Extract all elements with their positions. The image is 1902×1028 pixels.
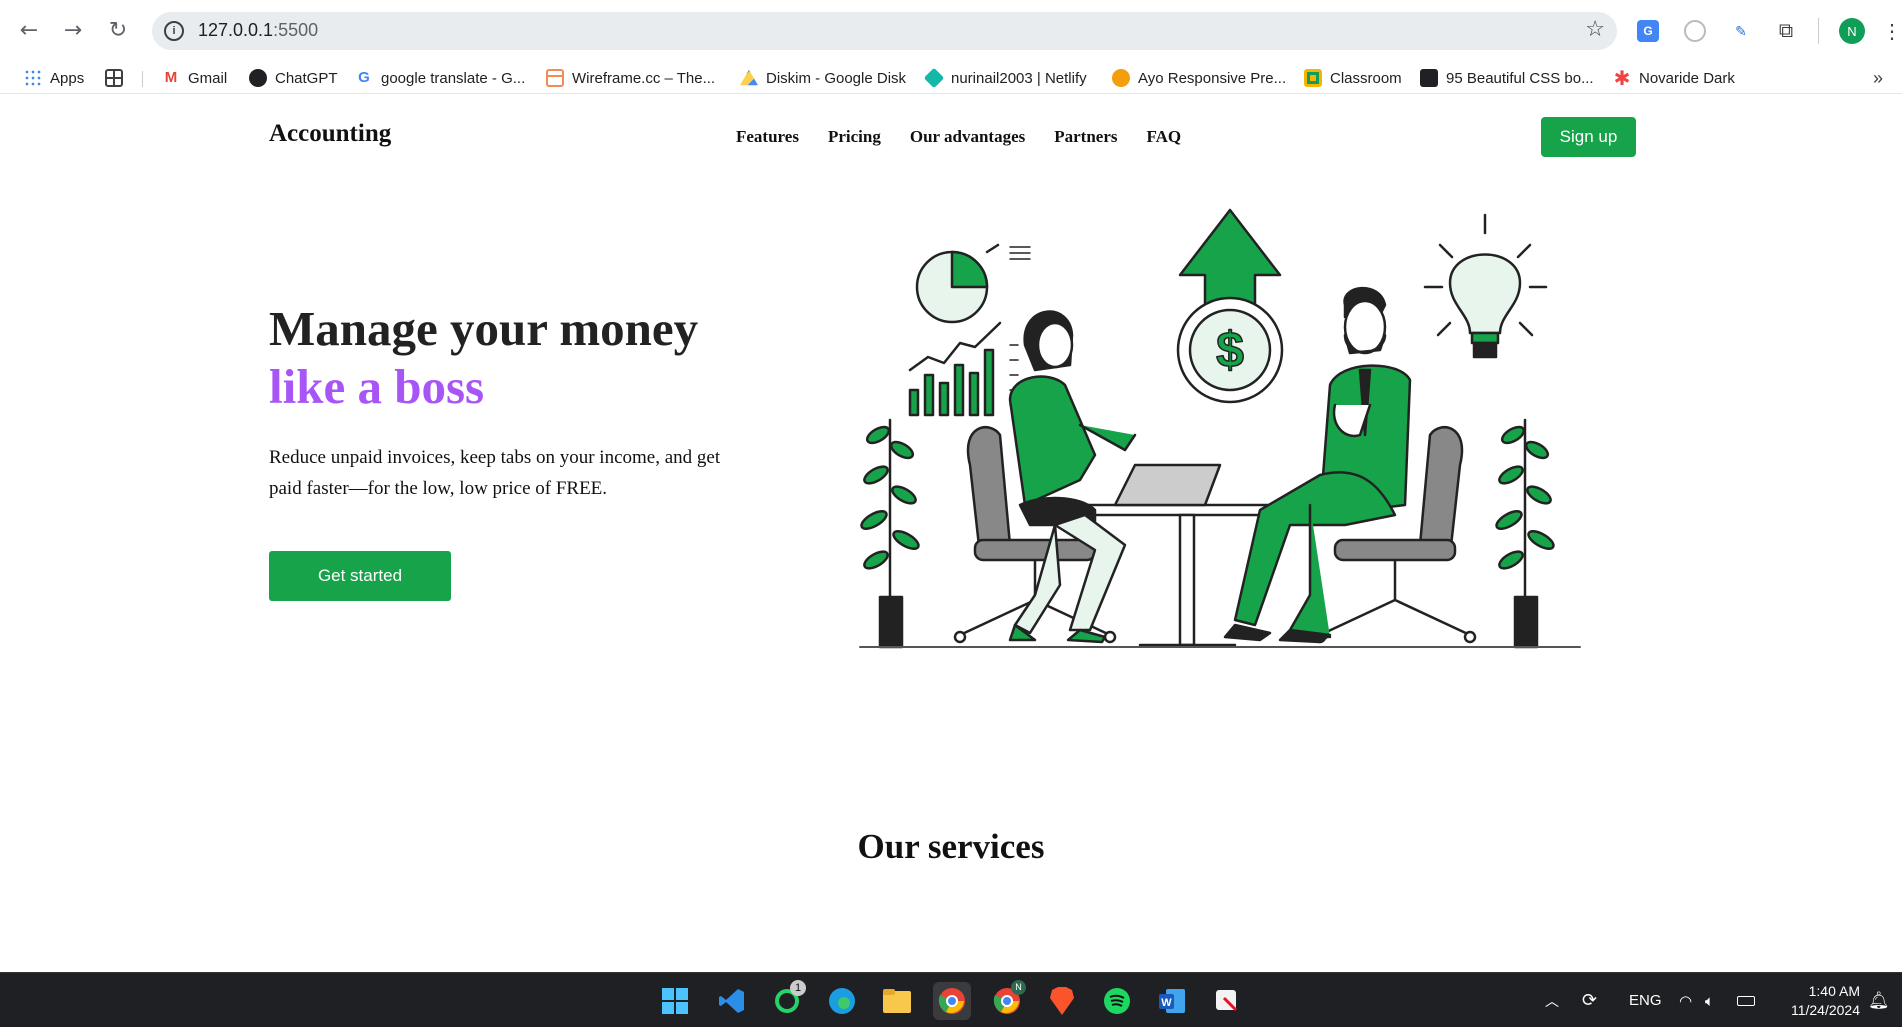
chrome-profile-badge: N xyxy=(1011,980,1026,995)
hero-title: Manage your money like a boss xyxy=(269,300,698,416)
toolbar-divider xyxy=(1818,18,1819,44)
clock-date: 11/24/2024 xyxy=(1790,1001,1860,1018)
site-info-icon[interactable]: i xyxy=(164,21,184,41)
wireframe-icon xyxy=(546,69,564,87)
chrome-profile-icon[interactable]: N xyxy=(988,980,1026,1020)
file-explorer-icon[interactable] xyxy=(878,982,916,1020)
google-icon: G xyxy=(358,69,370,86)
nav-faq[interactable]: FAQ xyxy=(1147,127,1182,147)
whatsapp-badge: 1 xyxy=(790,980,806,996)
wifi-icon[interactable]: ◠ xyxy=(1679,973,1692,1028)
bookmark-gmail[interactable]: M Gmail xyxy=(162,67,227,89)
ayo-icon xyxy=(1112,69,1130,87)
bookmark-chatgpt[interactable]: ChatGPT xyxy=(249,67,338,89)
bookmark-css-borders[interactable]: 95 Beautiful CSS bo... xyxy=(1420,67,1594,89)
services-section-title: Our services xyxy=(857,827,1045,866)
clock-time: 1:40 AM xyxy=(1808,982,1860,999)
snipping-tool-icon[interactable] xyxy=(1208,982,1246,1020)
site-brand[interactable]: Accounting xyxy=(269,120,391,148)
right-plant-icon xyxy=(1495,418,1555,649)
spotify-icon[interactable] xyxy=(1098,982,1136,1020)
extension-icon[interactable] xyxy=(1684,20,1706,42)
whatsapp-icon[interactable]: 1 xyxy=(768,980,806,1020)
hero-title-accent: like a boss xyxy=(269,359,485,414)
netlify-icon xyxy=(923,67,945,89)
clock[interactable]: 1:40 AM 11/24/2024 xyxy=(1770,973,1860,1028)
windows-taskbar: 1 N W ︿ ⟳ ENG ◠ 🔈︎ 1:40 AM 11/24/2024 🔔︎ xyxy=(0,972,1902,1027)
extension-pen-icon[interactable]: ✎ xyxy=(1728,18,1754,44)
browser-toolbar: ← → ↻ i 127.0.0.1:5500 ☆ G ✎ ⧉ N ⋮ xyxy=(0,0,1902,62)
svg-text:W: W xyxy=(1161,997,1172,1009)
chatgpt-icon xyxy=(249,69,267,87)
bookmark-google-disk[interactable]: Diskim - Google Disk xyxy=(740,67,906,89)
bookmark-tab-groups[interactable] xyxy=(105,67,131,89)
novaride-icon: ✱ xyxy=(1613,66,1631,90)
svg-text:$: $ xyxy=(1216,322,1244,378)
google-translate-extension-icon[interactable]: G xyxy=(1637,20,1659,42)
extensions-puzzle-icon[interactable]: ⧉ xyxy=(1773,18,1799,44)
idea-bulb-icon xyxy=(1423,213,1548,359)
notification-bell-icon[interactable]: 🔔︎ xyxy=(1868,973,1890,1028)
more-bookmarks-icon[interactable]: » xyxy=(1873,67,1883,89)
windows-start-icon[interactable] xyxy=(656,982,694,1020)
left-plant-icon xyxy=(860,418,920,649)
reload-icon[interactable]: ↻ xyxy=(102,14,134,46)
battery-icon[interactable] xyxy=(1737,973,1755,1028)
main-nav: Features Pricing Our advantages Partners… xyxy=(736,127,1181,147)
word-icon[interactable]: W xyxy=(1153,982,1191,1020)
back-icon[interactable]: ← xyxy=(13,14,45,46)
show-hidden-icons[interactable]: ︿ xyxy=(1545,973,1559,1028)
bookmark-netlify[interactable]: nurinail2003 | Netlify xyxy=(923,67,1087,89)
hero-description: Reduce unpaid invoices, keep tabs on you… xyxy=(269,447,721,499)
vscode-icon[interactable] xyxy=(713,982,751,1020)
address-bar[interactable]: i 127.0.0.1:5500 ☆ xyxy=(152,12,1617,50)
bar-chart-icon xyxy=(908,321,1019,417)
google-drive-icon xyxy=(740,69,758,86)
bookmark-star-icon[interactable]: ☆ xyxy=(1585,17,1605,42)
nav-our-advantages[interactable]: Our advantages xyxy=(910,127,1025,147)
classroom-icon xyxy=(1304,69,1322,87)
language-indicator[interactable]: ENG xyxy=(1629,973,1662,1028)
woman-character-icon xyxy=(1008,310,1137,644)
bookmarks-bar: Apps M Gmail ChatGPT G google translate … xyxy=(0,62,1902,94)
hero-illustration: $ xyxy=(859,208,1581,649)
bookmark-classroom[interactable]: Classroom xyxy=(1304,67,1402,89)
profile-avatar[interactable]: N xyxy=(1839,18,1865,44)
nav-features[interactable]: Features xyxy=(736,127,799,147)
nav-partners[interactable]: Partners xyxy=(1054,127,1117,147)
bookmark-ayo[interactable]: Ayo Responsive Pre... xyxy=(1112,67,1286,89)
css-icon xyxy=(1420,69,1438,87)
web-page: Accounting Features Pricing Our advantag… xyxy=(0,95,1902,972)
nav-pricing[interactable]: Pricing xyxy=(828,127,881,147)
bookmark-wireframe[interactable]: Wireframe.cc – The... xyxy=(546,67,715,89)
gmail-icon: M xyxy=(164,69,178,86)
dollar-growth-icon: $ xyxy=(1176,208,1284,404)
brave-icon[interactable] xyxy=(1043,982,1081,1020)
volume-icon[interactable]: 🔈︎ xyxy=(1705,973,1714,1028)
signup-button[interactable]: Sign up xyxy=(1541,117,1636,157)
get-started-button[interactable]: Get started xyxy=(269,551,451,601)
browser-menu-icon[interactable]: ⋮ xyxy=(1882,18,1902,44)
apps-grid-icon xyxy=(24,69,42,87)
tab-groups-icon xyxy=(105,69,123,87)
bookmark-google-translate[interactable]: G google translate - G... xyxy=(355,67,525,89)
url-text[interactable]: 127.0.0.1:5500 xyxy=(198,20,318,41)
forward-icon[interactable]: → xyxy=(57,14,89,46)
chrome-active-icon[interactable] xyxy=(933,982,971,1020)
edge-icon[interactable] xyxy=(823,982,861,1020)
hero-title-line1: Manage your money xyxy=(269,301,699,356)
bookmark-apps[interactable]: Apps xyxy=(24,67,84,89)
bookmark-novaride[interactable]: ✱ Novaride Dark xyxy=(1613,67,1735,89)
bookmarks-divider xyxy=(142,71,143,87)
sync-icon[interactable]: ⟳ xyxy=(1582,973,1597,1028)
pie-chart-icon xyxy=(915,243,1031,324)
